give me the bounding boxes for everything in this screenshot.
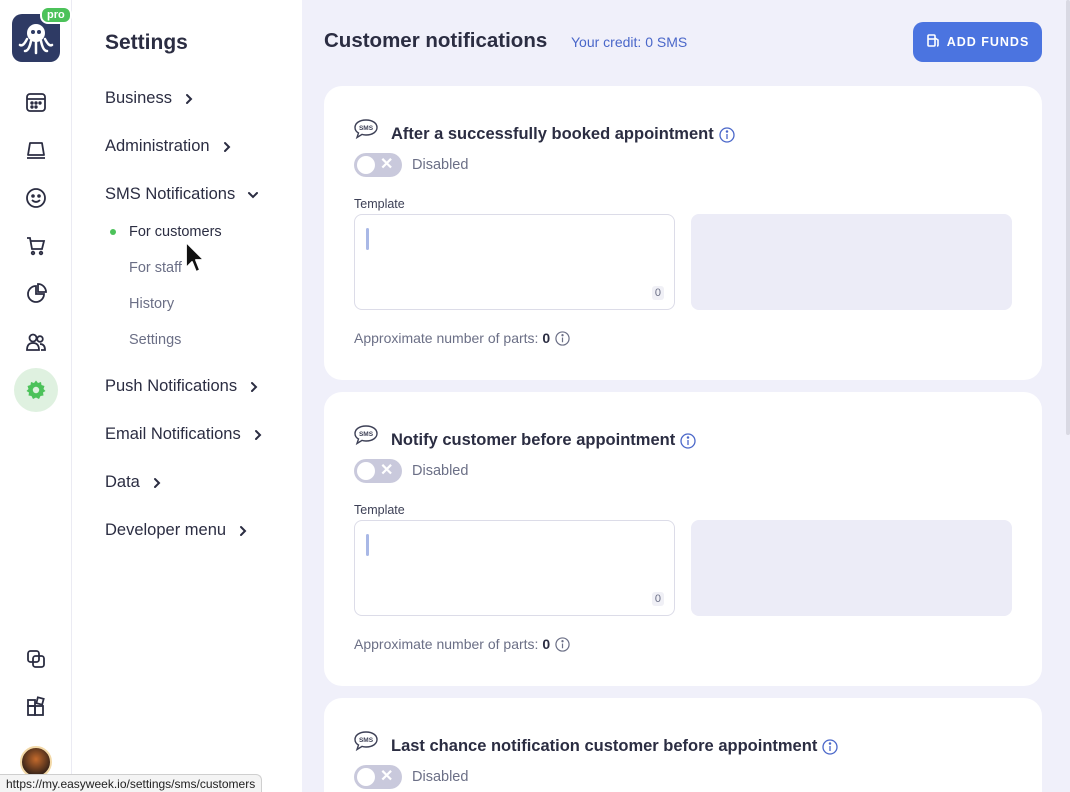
info-icon[interactable] <box>719 126 735 143</box>
calendar-icon[interactable] <box>14 80 58 124</box>
octopus-logo-icon <box>18 24 54 55</box>
template-label: Template <box>354 197 405 211</box>
char-counter: 0 <box>651 286 664 300</box>
notification-card-booked: SMS After a successfully booked appointm… <box>324 86 1042 380</box>
sidebar-title: Settings <box>105 31 188 54</box>
sidebar-item-data[interactable]: Data <box>105 473 162 492</box>
notification-toggle[interactable]: ✕ <box>354 153 402 177</box>
sms-preview <box>691 214 1012 310</box>
icon-rail: pro <box>0 0 72 792</box>
sidebar-item-sms-notifications[interactable]: SMS Notifications <box>105 185 259 204</box>
sidebar-subitem-for-customers[interactable]: For customers <box>129 224 222 240</box>
template-textarea[interactable]: 0 <box>354 520 675 616</box>
template-label: Template <box>354 503 405 517</box>
chevron-right-icon <box>152 477 162 489</box>
add-funds-label: ADD FUNDS <box>946 35 1030 49</box>
sidebar-item-label: Push Notifications <box>105 377 238 395</box>
info-icon[interactable] <box>680 432 696 449</box>
toggle-knob <box>357 462 375 480</box>
sms-bubble-icon: SMS <box>353 424 379 451</box>
notification-toggle[interactable]: ✕ <box>354 765 402 789</box>
toggle-knob <box>357 768 375 786</box>
svg-text:SMS: SMS <box>359 737 374 744</box>
fuel-icon <box>926 33 941 51</box>
info-icon[interactable] <box>555 330 570 346</box>
notification-card-before-appointment: SMS Notify customer before appointment ✕… <box>324 392 1042 686</box>
toggle-status-label: Disabled <box>412 463 469 479</box>
pro-badge: pro <box>40 6 72 24</box>
parts-value: 0 <box>542 636 551 652</box>
toggle-status-label: Disabled <box>412 157 469 173</box>
widgets-icon[interactable] <box>14 685 58 729</box>
chevron-right-icon <box>253 429 263 441</box>
mouse-pointer-icon <box>184 240 208 281</box>
card-title: Notify customer before appointment <box>391 431 696 450</box>
credit-balance: Your credit: 0 SMS <box>571 34 688 50</box>
chevron-right-icon <box>184 93 194 105</box>
notification-card-last-chance: SMS Last chance notification customer be… <box>324 698 1042 792</box>
copy-icon[interactable] <box>14 637 58 681</box>
cart-icon[interactable] <box>14 224 58 268</box>
svg-text:SMS: SMS <box>359 431 374 438</box>
card-title-text: After a successfully booked appointment <box>391 125 714 143</box>
scrollbar[interactable] <box>1066 0 1070 435</box>
toggle-knob <box>357 156 375 174</box>
close-icon: ✕ <box>380 462 394 479</box>
sidebar-subitem-for-staff[interactable]: For staff <box>129 260 182 276</box>
text-cursor <box>366 228 369 250</box>
card-title: Last chance notification customer before… <box>391 737 838 756</box>
close-icon: ✕ <box>380 768 394 785</box>
smiley-icon[interactable] <box>14 176 58 220</box>
parts-label: Approximate number of parts: <box>354 636 539 652</box>
sidebar-item-label: Email Notifications <box>105 425 241 443</box>
sidebar-item-administration[interactable]: Administration <box>105 137 232 156</box>
sidebar-item-developer-menu[interactable]: Developer menu <box>105 521 248 540</box>
sidebar-item-label: SMS Notifications <box>105 185 236 203</box>
text-cursor <box>366 534 369 556</box>
sidebar-subitem-history[interactable]: History <box>129 296 174 312</box>
card-title-text: Notify customer before appointment <box>391 431 676 449</box>
chevron-right-icon <box>238 525 248 537</box>
link-status-url: https://my.easyweek.io/settings/sms/cust… <box>0 774 263 792</box>
sidebar-item-label: Data <box>105 473 140 491</box>
close-icon: ✕ <box>380 156 394 173</box>
card-title: After a successfully booked appointment <box>391 125 735 144</box>
active-dot <box>110 229 116 235</box>
sidebar-subitem-settings[interactable]: Settings <box>129 332 181 348</box>
card-title-text: Last chance notification customer before… <box>391 737 818 755</box>
sidebar-item-push-notifications[interactable]: Push Notifications <box>105 377 259 396</box>
sidebar-item-label: Business <box>105 89 172 107</box>
info-icon[interactable] <box>555 636 570 652</box>
parts-count: Approximate number of parts: 0 <box>354 636 570 652</box>
sidebar-item-label: Developer menu <box>105 521 227 539</box>
sms-bubble-icon: SMS <box>353 118 379 145</box>
chevron-down-icon <box>247 190 259 200</box>
chevron-right-icon <box>249 381 259 393</box>
pie-chart-icon[interactable] <box>14 272 58 316</box>
settings-sidebar: Settings Business Administration SMS Not… <box>72 0 302 792</box>
sidebar-item-email-notifications[interactable]: Email Notifications <box>105 425 263 444</box>
sidebar-item-business[interactable]: Business <box>105 89 194 108</box>
add-funds-button[interactable]: ADD FUNDS <box>913 22 1042 62</box>
parts-value: 0 <box>542 330 551 346</box>
svg-text:SMS: SMS <box>359 125 374 132</box>
users-icon[interactable] <box>14 320 58 364</box>
parts-label: Approximate number of parts: <box>354 330 539 346</box>
page-title: Customer notifications <box>324 29 548 52</box>
sms-bubble-icon: SMS <box>353 730 379 757</box>
sidebar-item-label: Administration <box>105 137 210 155</box>
chevron-right-icon <box>222 141 232 153</box>
sms-preview <box>691 520 1012 616</box>
notification-toggle[interactable]: ✕ <box>354 459 402 483</box>
parts-count: Approximate number of parts: 0 <box>354 330 570 346</box>
desk-icon[interactable] <box>14 128 58 172</box>
toggle-status-label: Disabled <box>412 769 469 785</box>
char-counter: 0 <box>651 592 664 606</box>
info-icon[interactable] <box>822 738 838 755</box>
template-textarea[interactable]: 0 <box>354 214 675 310</box>
gear-icon[interactable] <box>14 368 58 412</box>
